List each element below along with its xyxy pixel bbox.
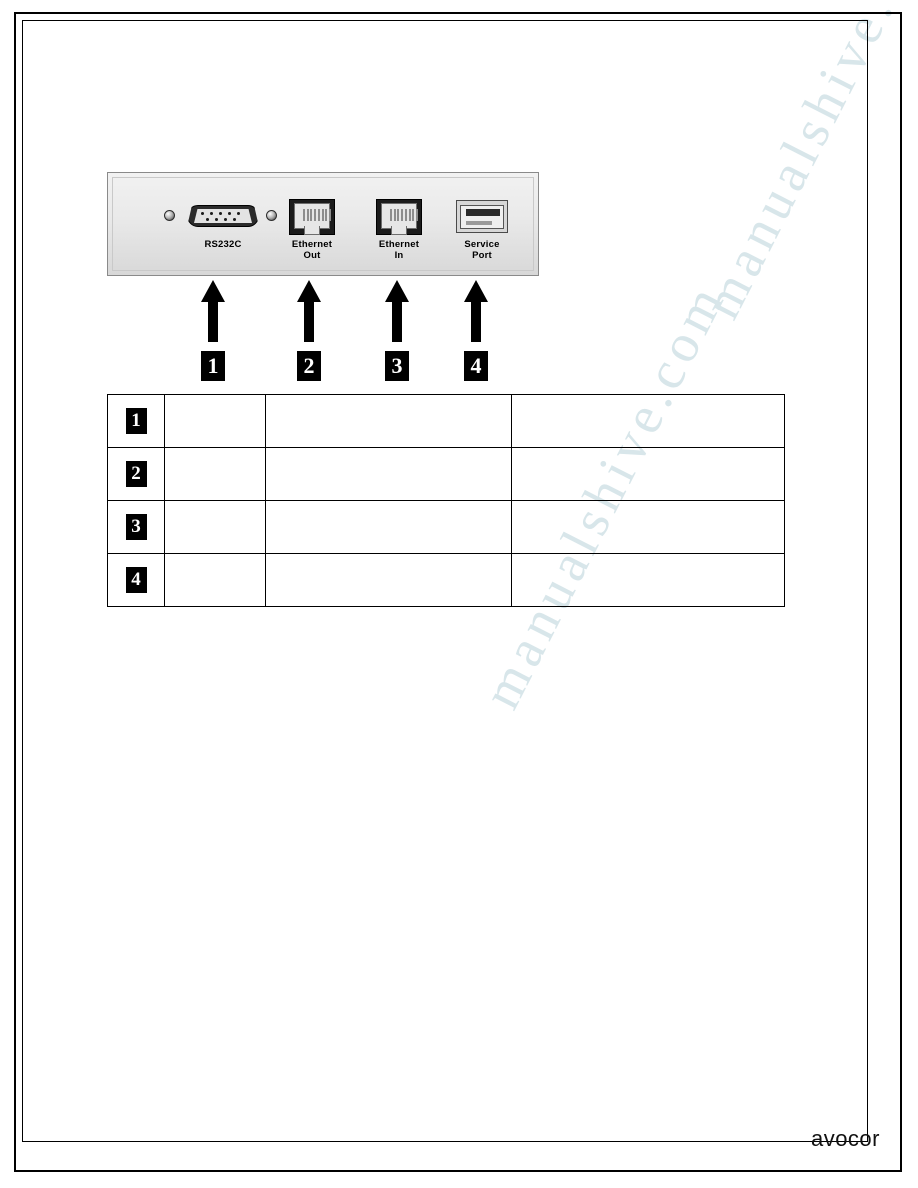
row-badge-2: 2	[125, 461, 147, 487]
callout-badge-3: 3	[385, 351, 409, 381]
ethernet-in-connector-icon	[376, 199, 422, 235]
connector-panel-diagram: RS232C Ethernet Out Ethernet In Service …	[107, 172, 539, 276]
callout-badge-2: 2	[297, 351, 321, 381]
table-cell-name	[164, 394, 266, 448]
screw-icon	[266, 210, 277, 221]
callout-badge-1: 1	[201, 351, 225, 381]
callout-arrow-2	[296, 280, 322, 342]
table-cell-extra	[511, 553, 785, 607]
service-port-sublabel: Port	[472, 250, 492, 261]
table-cell-extra	[511, 500, 785, 554]
ethernet-out-connector-icon	[289, 199, 335, 235]
table-cell-description	[265, 394, 512, 448]
table-cell-name	[164, 500, 266, 554]
ethernet-out-port-label: Ethernet	[291, 239, 333, 250]
callout-badge-4: 4	[464, 351, 488, 381]
table-row: 4	[107, 553, 785, 607]
table-cell-extra	[511, 394, 785, 448]
ethernet-in-port-label: Ethernet	[378, 239, 420, 250]
service-port-label: Service	[464, 239, 500, 250]
service-port-connector-icon	[456, 200, 508, 233]
table-row: 3	[107, 500, 785, 554]
table-cell-description	[265, 553, 512, 607]
table-cell-name	[164, 553, 266, 607]
row-badge-3: 3	[125, 514, 147, 540]
table-row: 2	[107, 447, 785, 501]
callout-arrow-4	[463, 280, 489, 342]
callout-arrow-3	[384, 280, 410, 342]
table-cell-description	[265, 447, 512, 501]
table-row: 1	[107, 394, 785, 448]
rs232c-connector-icon	[187, 205, 259, 227]
table-cell-number: 4	[107, 553, 165, 607]
row-badge-4: 4	[125, 567, 147, 593]
ports-table: 1 2 3 4	[107, 394, 785, 607]
callout-arrow-1	[200, 280, 226, 342]
row-badge-1: 1	[125, 408, 147, 434]
table-cell-number: 3	[107, 500, 165, 554]
rs232c-port-label: RS232C	[204, 239, 242, 250]
table-cell-description	[265, 500, 512, 554]
brand-logo: avocor	[810, 1126, 880, 1151]
screw-icon	[164, 210, 175, 221]
ethernet-out-port-sublabel: Out	[303, 250, 321, 261]
table-cell-number: 1	[107, 394, 165, 448]
ethernet-in-port-sublabel: In	[394, 250, 404, 261]
table-cell-extra	[511, 447, 785, 501]
table-cell-number: 2	[107, 447, 165, 501]
table-cell-name	[164, 447, 266, 501]
